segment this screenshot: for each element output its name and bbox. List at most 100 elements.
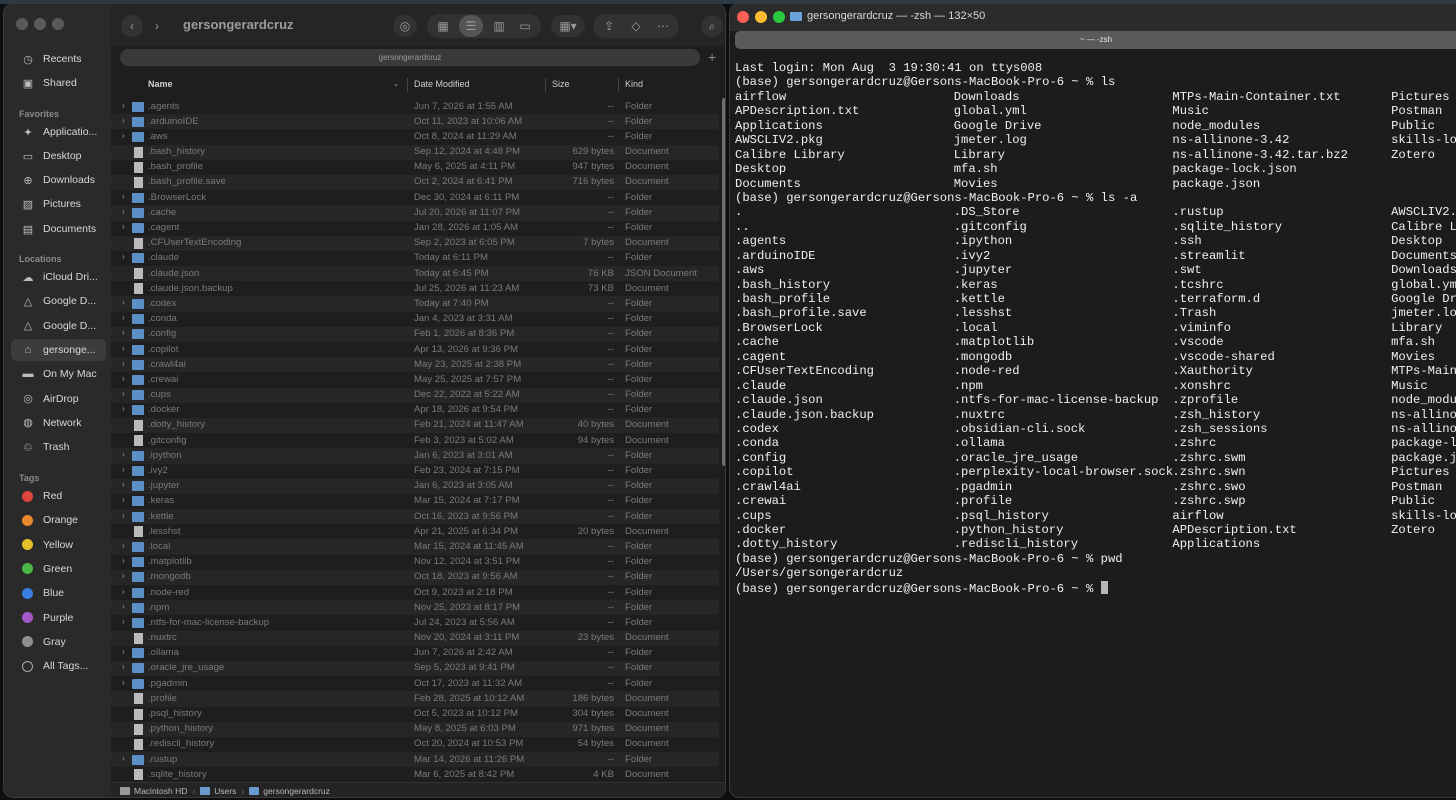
file-row[interactable]: › .local Mar 15, 2024 at 11:45 AM -- Folder [111,539,719,555]
close-button-inactive[interactable] [16,18,28,30]
sidebar-item-applicatio[interactable]: ✦ Applicatio... [11,121,106,143]
disclosure-chevron-icon[interactable]: › [122,389,125,398]
sidebar-item-google-d[interactable]: △ Google D... [11,315,106,337]
file-row[interactable]: › .ollama Jun 7, 2026 at 2:42 AM -- Folder [111,646,719,661]
file-row[interactable]: › .pgadmin Oct 17, 2023 at 11:32 AM -- Folde… [111,676,719,691]
file-row[interactable]: › .kettle Oct 16, 2023 at 9:56 PM -- Folder [111,509,719,525]
file-row[interactable]: › .crawl4ai May 23, 2025 at 2:38 PM -- Folde… [111,357,719,373]
vertical-scrollbar[interactable] [722,98,725,466]
file-row[interactable]: .lesshst Apr 21, 2025 at 6:34 PM 20 bytes D… [111,524,719,539]
sidebar-tag-gray[interactable]: Gray [11,631,106,653]
file-row[interactable]: .python_history May 8, 2025 at 6:03 PM 971… [111,721,719,737]
file-row[interactable]: .CFUserTextEncoding Sep 2, 2023 at 6:05 P… [111,235,719,251]
file-row[interactable]: › .aws Oct 8, 2024 at 11:29 AM -- Folder [111,129,719,144]
list-view-icon[interactable]: ☰ [459,15,483,37]
column-divider[interactable] [618,78,619,92]
sidebar-item-icloud-dri[interactable]: ☁ iCloud Dri... [11,266,106,288]
column-kind[interactable]: Kind [625,79,643,89]
disclosure-chevron-icon[interactable]: › [122,359,125,368]
sidebar-item-on-my-mac[interactable]: ▬ On My Mac [11,363,106,385]
disclosure-chevron-icon[interactable]: › [122,495,125,504]
file-row[interactable]: › .BrowserLock Dec 30, 2024 at 6:11 PM -- Fo… [111,190,719,205]
search-icon[interactable]: ⌕ [701,15,723,37]
icon-view-icon[interactable]: ▦ [431,15,455,37]
disclosure-chevron-icon[interactable]: › [122,556,125,565]
new-tab-button[interactable]: + [708,49,716,65]
file-row[interactable]: › .jupyter Jan 6, 2023 at 3:05 AM -- Folder [111,478,719,494]
airdrop-toolbar-icon[interactable]: ◎ [393,15,417,37]
file-row[interactable]: › .npm Nov 25, 2023 at 8:17 PM -- Folder [111,600,719,616]
disclosure-chevron-icon[interactable]: › [122,192,125,201]
zoom-button-inactive[interactable] [52,18,64,30]
sidebar-item-network[interactable]: ◍ Network [11,412,106,434]
file-row[interactable]: › .ntfs-for-mac-license-backup Jul 24, 202… [111,615,719,630]
disclosure-chevron-icon[interactable]: › [122,678,125,687]
column-name[interactable]: Name [148,79,173,89]
terminal-tab[interactable]: ~ — -zsh [735,31,1456,49]
disclosure-chevron-icon[interactable]: › [122,541,125,550]
file-row[interactable]: › .oracle_jre_usage Sep 5, 2023 at 9:41 PM… [111,660,719,677]
column-size[interactable]: Size [552,79,570,89]
file-row[interactable]: › .ipython Jan 6, 2023 at 3:01 AM -- Folder [111,448,719,464]
file-row[interactable]: › .node-red Oct 9, 2023 at 2:18 PM -- Folder [111,585,719,600]
sidebar-tag-red[interactable]: Red [11,485,106,507]
sidebar-item-pictures[interactable]: ▨ Pictures [11,193,106,215]
forward-button[interactable]: › [146,15,168,37]
file-row[interactable]: › .rustup Mar 14, 2026 at 11:26 PM -- Folder [111,752,719,768]
breadcrumb-item[interactable]: Macintosh HD [134,786,187,796]
disclosure-chevron-icon[interactable]: › [122,116,125,125]
disclosure-chevron-icon[interactable]: › [122,571,125,580]
sidebar-tag-blue[interactable]: Blue [11,582,106,604]
close-button[interactable] [737,11,749,23]
sidebar-tag-all-tags[interactable]: All Tags... [11,655,106,677]
breadcrumb-item[interactable]: gersongerardcruz [263,786,330,796]
file-row[interactable]: › .arduinoIDE Oct 11, 2023 at 10:06 AM -- Fo… [111,114,719,130]
file-row[interactable]: .bash_history Sep 12, 2024 at 4:48 PM 629 … [111,144,719,160]
disclosure-chevron-icon[interactable]: › [122,298,125,307]
minimize-button-inactive[interactable] [34,18,46,30]
disclosure-chevron-icon[interactable]: › [122,587,125,596]
file-row[interactable]: › .claude Today at 6:11 PM -- Folder [111,251,719,266]
gallery-view-icon[interactable]: ▭ [513,15,537,37]
column-divider[interactable] [545,78,546,92]
file-row[interactable]: › .keras Mar 15, 2024 at 7:17 PM -- Folder [111,494,719,509]
disclosure-chevron-icon[interactable]: › [122,101,125,110]
sidebar-item-recents[interactable]: ◷ Recents [11,48,106,70]
sidebar-item-trash[interactable]: ♲ Trash [11,436,106,458]
disclosure-chevron-icon[interactable]: › [122,465,125,474]
column-view-icon[interactable]: ▥ [487,15,511,37]
file-row[interactable]: .claude.json Today at 6:45 PM 76 KB JSON Do… [111,266,719,282]
file-row[interactable]: › .cups Dec 22, 2022 at 5:22 AM -- Folder [111,387,719,403]
sidebar-item-downloads[interactable]: ⊕ Downloads [11,169,106,191]
disclosure-chevron-icon[interactable]: › [122,344,125,353]
disclosure-chevron-icon[interactable]: › [122,617,125,626]
file-row[interactable]: › .cache Jul 20, 2026 at 11:07 PM -- Folder [111,205,719,221]
disclosure-chevron-icon[interactable]: › [122,602,125,611]
disclosure-chevron-icon[interactable]: › [122,374,125,383]
file-row[interactable]: .claude.json.backup Jul 25, 2026 at 11:23… [111,281,719,296]
disclosure-chevron-icon[interactable]: › [122,252,125,261]
file-row[interactable]: › .copilot Apr 13, 2026 at 9:36 PM -- Folder [111,342,719,357]
disclosure-chevron-icon[interactable]: › [122,662,125,671]
disclosure-chevron-icon[interactable]: › [122,404,125,413]
file-row[interactable]: .rediscli_history Oct 20, 2024 at 10:53 P… [111,737,719,752]
breadcrumb-item[interactable]: Users [214,786,236,796]
more-actions-icon[interactable]: ⋯ [651,15,675,37]
sidebar-tag-green[interactable]: Green [11,558,106,580]
sidebar-item-documents[interactable]: ▤ Documents [11,218,106,240]
tag-icon[interactable]: ◇ [624,15,648,37]
file-row[interactable]: › .docker Apr 18, 2026 at 9:54 PM -- Folder [111,403,719,418]
share-icon[interactable]: ⇪ [597,15,621,37]
disclosure-chevron-icon[interactable]: › [122,480,125,489]
back-button[interactable]: ‹ [121,15,143,37]
disclosure-chevron-icon[interactable]: › [122,328,125,337]
sidebar-tag-orange[interactable]: Orange [11,509,106,531]
file-row[interactable]: › .agents Jun 7, 2026 at 1:55 AM -- Folder [111,99,719,114]
sidebar-item-shared[interactable]: ▣ Shared [11,72,106,94]
disclosure-chevron-icon[interactable]: › [122,647,125,656]
file-row[interactable]: .sqlite_history Mar 6, 2025 at 8:42 PM 4 K… [111,767,719,782]
file-row[interactable]: .bash_profile.save Oct 2, 2024 at 6:41 PM… [111,174,719,191]
group-by-icon[interactable]: ▦▾ [551,15,585,37]
file-row[interactable]: › .mongodb Oct 18, 2023 at 9:56 AM -- Folder [111,569,719,585]
file-row[interactable]: .nuxtrc Nov 20, 2024 at 3:11 PM 23 bytes Do… [111,630,719,646]
